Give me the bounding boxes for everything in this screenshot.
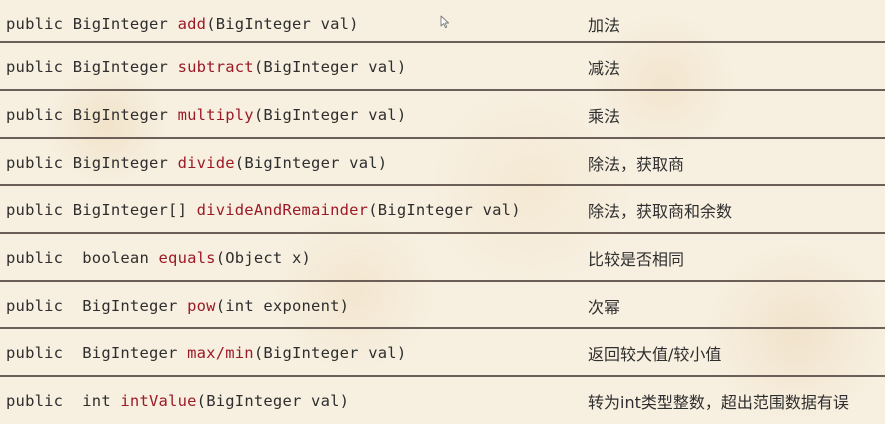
signature-params: (BigInteger val) [253,105,407,124]
signature-params: (int exponent) [215,296,350,315]
method-name: pow [187,296,216,315]
signature-prefix: public BigInteger [6,14,178,33]
table-row-divide: public BigInteger divide(BigInteger val)… [0,139,885,186]
table-row-int-value: public int intValue(BigInteger val) 转为in… [0,377,885,424]
method-name: max/min [187,343,254,362]
table-row-subtract: public BigInteger subtract(BigInteger va… [0,43,885,90]
method-description: 除法，获取商 [588,154,685,174]
signature-prefix: public BigInteger [6,343,188,362]
method-description: 次幂 [588,297,621,317]
signature-params: (BigInteger val) [253,57,407,76]
method-signature: public BigInteger multiply(BigInteger va… [6,106,406,124]
method-name: divideAndRemainder [196,200,369,219]
method-signature: public int intValue(BigInteger val) [6,392,349,410]
method-signature: public BigInteger max/min(BigInteger val… [6,344,406,362]
signature-params: (BigInteger val) [368,200,521,219]
table-row-max-min: public BigInteger max/min(BigInteger val… [0,329,885,376]
method-description: 乘法 [588,106,621,126]
method-name: intValue [120,391,197,410]
method-description: 减法 [588,58,621,78]
signature-prefix: public BigInteger [6,153,178,172]
method-description: 返回较大值/较小值 [588,344,722,364]
signature-prefix: public BigInteger [6,296,188,315]
signature-prefix: public BigInteger [6,57,178,76]
method-description: 加法 [588,15,621,35]
signature-params: (BigInteger val) [206,14,359,33]
method-description: 除法，获取商和余数 [588,201,733,221]
signature-prefix: public BigInteger [6,105,178,124]
table-row-multiply: public BigInteger multiply(BigInteger va… [0,91,885,138]
method-signature: public BigInteger pow(int exponent) [6,297,349,315]
signature-params: (BigInteger val) [234,153,388,172]
mouse-pointer-icon [440,15,450,29]
method-signature: public BigInteger[] divideAndRemainder(B… [6,201,521,219]
method-name: multiply [177,105,254,124]
method-signature: public BigInteger subtract(BigInteger va… [6,58,406,76]
signature-prefix: public boolean [6,248,159,267]
signature-params: (BigInteger val) [253,343,407,362]
method-signature: public BigInteger divide(BigInteger val) [6,154,387,172]
method-signature: public boolean equals(Object x) [6,249,311,267]
signature-prefix: public BigInteger[] [6,200,197,219]
api-method-table: public BigInteger add(BigInteger val) 加法… [0,0,885,416]
signature-params: (BigInteger val) [196,391,350,410]
table-row-pow: public BigInteger pow(int exponent) 次幂 [0,282,885,329]
method-description: 比较是否相同 [588,249,685,269]
method-description: 转为int类型整数，超出范围数据有误 [588,392,849,412]
table-row-equals: public boolean equals(Object x) 比较是否相同 [0,234,885,281]
method-name: equals [158,248,216,267]
table-row-divide-and-remainder: public BigInteger[] divideAndRemainder(B… [0,186,885,233]
signature-prefix: public int [6,391,121,410]
method-name: add [177,14,207,33]
method-signature: public BigInteger add(BigInteger val) [6,15,359,33]
method-name: subtract [177,57,254,76]
signature-params: (Object x) [215,248,312,267]
method-name: divide [177,153,235,172]
